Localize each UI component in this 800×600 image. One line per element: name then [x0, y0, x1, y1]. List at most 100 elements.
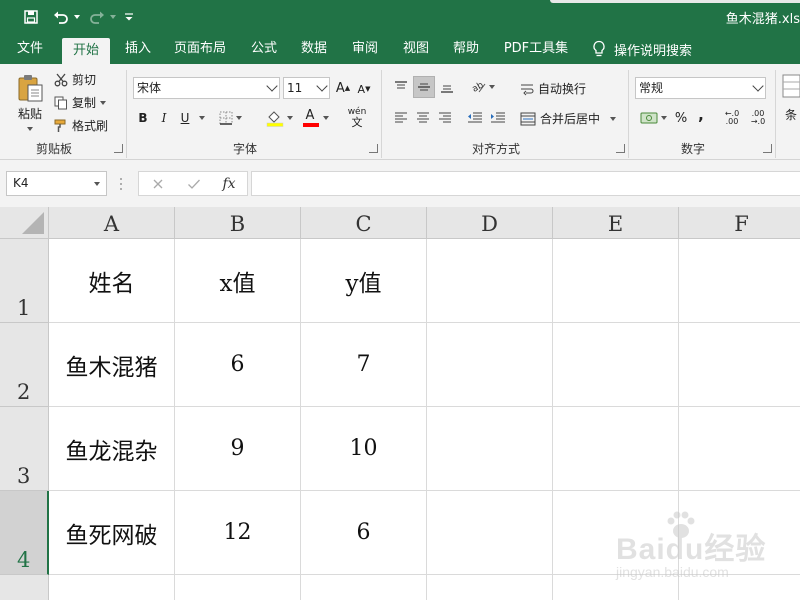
- cell-e1[interactable]: [553, 239, 679, 323]
- cell-b3[interactable]: 9: [175, 407, 301, 491]
- cell-c3[interactable]: 10: [301, 407, 427, 491]
- cell-d2[interactable]: [427, 323, 553, 407]
- column-header-d[interactable]: D: [427, 207, 553, 239]
- number-launcher-icon[interactable]: [763, 144, 772, 153]
- fill-color-button[interactable]: [262, 107, 296, 129]
- cell-f3[interactable]: [679, 407, 800, 491]
- font-name-select[interactable]: 宋体: [133, 77, 280, 99]
- row-header-2[interactable]: 2: [0, 323, 49, 407]
- redo-dropdown-icon[interactable]: [108, 0, 118, 34]
- cell-e5[interactable]: [553, 575, 679, 600]
- borders-button[interactable]: [215, 107, 245, 129]
- cell-a4[interactable]: 鱼死网破: [49, 491, 175, 575]
- conditional-formatting-button[interactable]: [780, 68, 800, 104]
- cell-c2[interactable]: 7: [301, 323, 427, 407]
- underline-dropdown-icon[interactable]: [197, 107, 207, 129]
- cell-f4[interactable]: [679, 491, 800, 575]
- cell-a2[interactable]: 鱼木混猪: [49, 323, 175, 407]
- column-header-e[interactable]: E: [553, 207, 679, 239]
- tab-help[interactable]: 帮助: [444, 34, 488, 64]
- italic-button[interactable]: I: [156, 107, 172, 129]
- cell-b2[interactable]: 6: [175, 323, 301, 407]
- column-header-f[interactable]: F: [679, 207, 800, 239]
- increase-decimal-button[interactable]: ←.0 .00: [720, 107, 744, 129]
- tab-formulas[interactable]: 公式: [242, 34, 286, 64]
- cell-a3[interactable]: 鱼龙混杂: [49, 407, 175, 491]
- align-center-button[interactable]: [413, 107, 433, 129]
- save-icon[interactable]: [20, 0, 42, 34]
- row-header-1[interactable]: 1: [0, 239, 49, 323]
- cell-d4[interactable]: [427, 491, 553, 575]
- cell-c5[interactable]: [301, 575, 427, 600]
- tab-review[interactable]: 审阅: [343, 34, 387, 64]
- number-format-select[interactable]: 常规: [635, 77, 766, 99]
- decrease-indent-button[interactable]: [465, 107, 485, 129]
- customize-qat-icon[interactable]: [122, 0, 136, 34]
- cell-a1[interactable]: 姓名: [49, 239, 175, 323]
- cell-f2[interactable]: [679, 323, 800, 407]
- column-header-a[interactable]: A: [49, 207, 175, 239]
- cell-a5[interactable]: [49, 575, 175, 600]
- column-header-b[interactable]: B: [175, 207, 301, 239]
- font-color-button[interactable]: A: [298, 107, 332, 129]
- cell-e3[interactable]: [553, 407, 679, 491]
- grow-font-button[interactable]: A ▲: [335, 77, 351, 99]
- alignment-launcher-icon[interactable]: [616, 144, 625, 153]
- increase-indent-button[interactable]: [488, 107, 508, 129]
- wrap-text-button[interactable]: 自动换行: [520, 80, 586, 97]
- row-header-5[interactable]: [0, 575, 49, 600]
- align-bottom-button[interactable]: [437, 76, 457, 98]
- font-launcher-icon[interactable]: [369, 144, 378, 153]
- cell-e4[interactable]: [553, 491, 679, 575]
- bold-button[interactable]: B: [135, 107, 151, 129]
- undo-dropdown-icon[interactable]: [72, 0, 82, 34]
- merge-center-button[interactable]: 合并后居中: [520, 110, 617, 127]
- shrink-font-button[interactable]: A ▼: [356, 79, 372, 99]
- confirm-entry-icon[interactable]: [179, 172, 209, 195]
- cell-b4[interactable]: 12: [175, 491, 301, 575]
- orientation-button[interactable]: ab: [466, 76, 500, 98]
- cancel-entry-icon[interactable]: [143, 172, 173, 195]
- paste-button[interactable]: 粘贴: [12, 70, 48, 134]
- row-header-3[interactable]: 3: [0, 407, 49, 491]
- phonetic-button[interactable]: wén 文: [340, 105, 374, 131]
- align-left-button[interactable]: [391, 107, 411, 129]
- tab-data[interactable]: 数据: [292, 34, 336, 64]
- decrease-decimal-button[interactable]: .00 →.0: [746, 107, 770, 129]
- cut-button[interactable]: 剪切: [54, 71, 96, 88]
- underline-button[interactable]: U: [177, 107, 193, 129]
- cell-d5[interactable]: [427, 575, 553, 600]
- copy-button[interactable]: 复制: [54, 94, 107, 111]
- cell-b1[interactable]: x值: [175, 239, 301, 323]
- tab-home[interactable]: 开始: [62, 38, 110, 64]
- tab-page-layout[interactable]: 页面布局: [168, 34, 232, 64]
- cell-d1[interactable]: [427, 239, 553, 323]
- tab-view[interactable]: 视图: [394, 34, 438, 64]
- tab-insert[interactable]: 插入: [116, 34, 160, 64]
- cell-c1[interactable]: y值: [301, 239, 427, 323]
- accounting-format-button[interactable]: [636, 107, 670, 129]
- font-size-select[interactable]: 11: [283, 77, 330, 99]
- align-middle-button[interactable]: [413, 76, 435, 98]
- formula-bar-grip-icon[interactable]: [120, 177, 122, 191]
- format-painter-button[interactable]: 格式刷: [54, 117, 108, 134]
- insert-function-button[interactable]: fx: [215, 172, 243, 195]
- name-box[interactable]: K4: [6, 171, 107, 196]
- align-right-button[interactable]: [435, 107, 455, 129]
- column-header-c[interactable]: C: [301, 207, 427, 239]
- tell-me-search[interactable]: 操作说明搜索: [592, 34, 692, 64]
- tab-pdf-tools[interactable]: PDF工具集: [498, 34, 574, 64]
- tab-file[interactable]: 文件: [8, 34, 52, 64]
- cell-d3[interactable]: [427, 407, 553, 491]
- cell-c4[interactable]: 6: [301, 491, 427, 575]
- clipboard-launcher-icon[interactable]: [114, 144, 123, 153]
- row-header-4[interactable]: 4: [0, 491, 49, 575]
- redo-icon[interactable]: [86, 0, 108, 34]
- align-top-button[interactable]: [391, 76, 411, 98]
- undo-icon[interactable]: [50, 0, 72, 34]
- cell-b5[interactable]: [175, 575, 301, 600]
- percent-button[interactable]: %: [672, 107, 690, 129]
- cell-e2[interactable]: [553, 323, 679, 407]
- select-all-button[interactable]: [0, 207, 49, 239]
- comma-button[interactable]: ,: [694, 104, 708, 126]
